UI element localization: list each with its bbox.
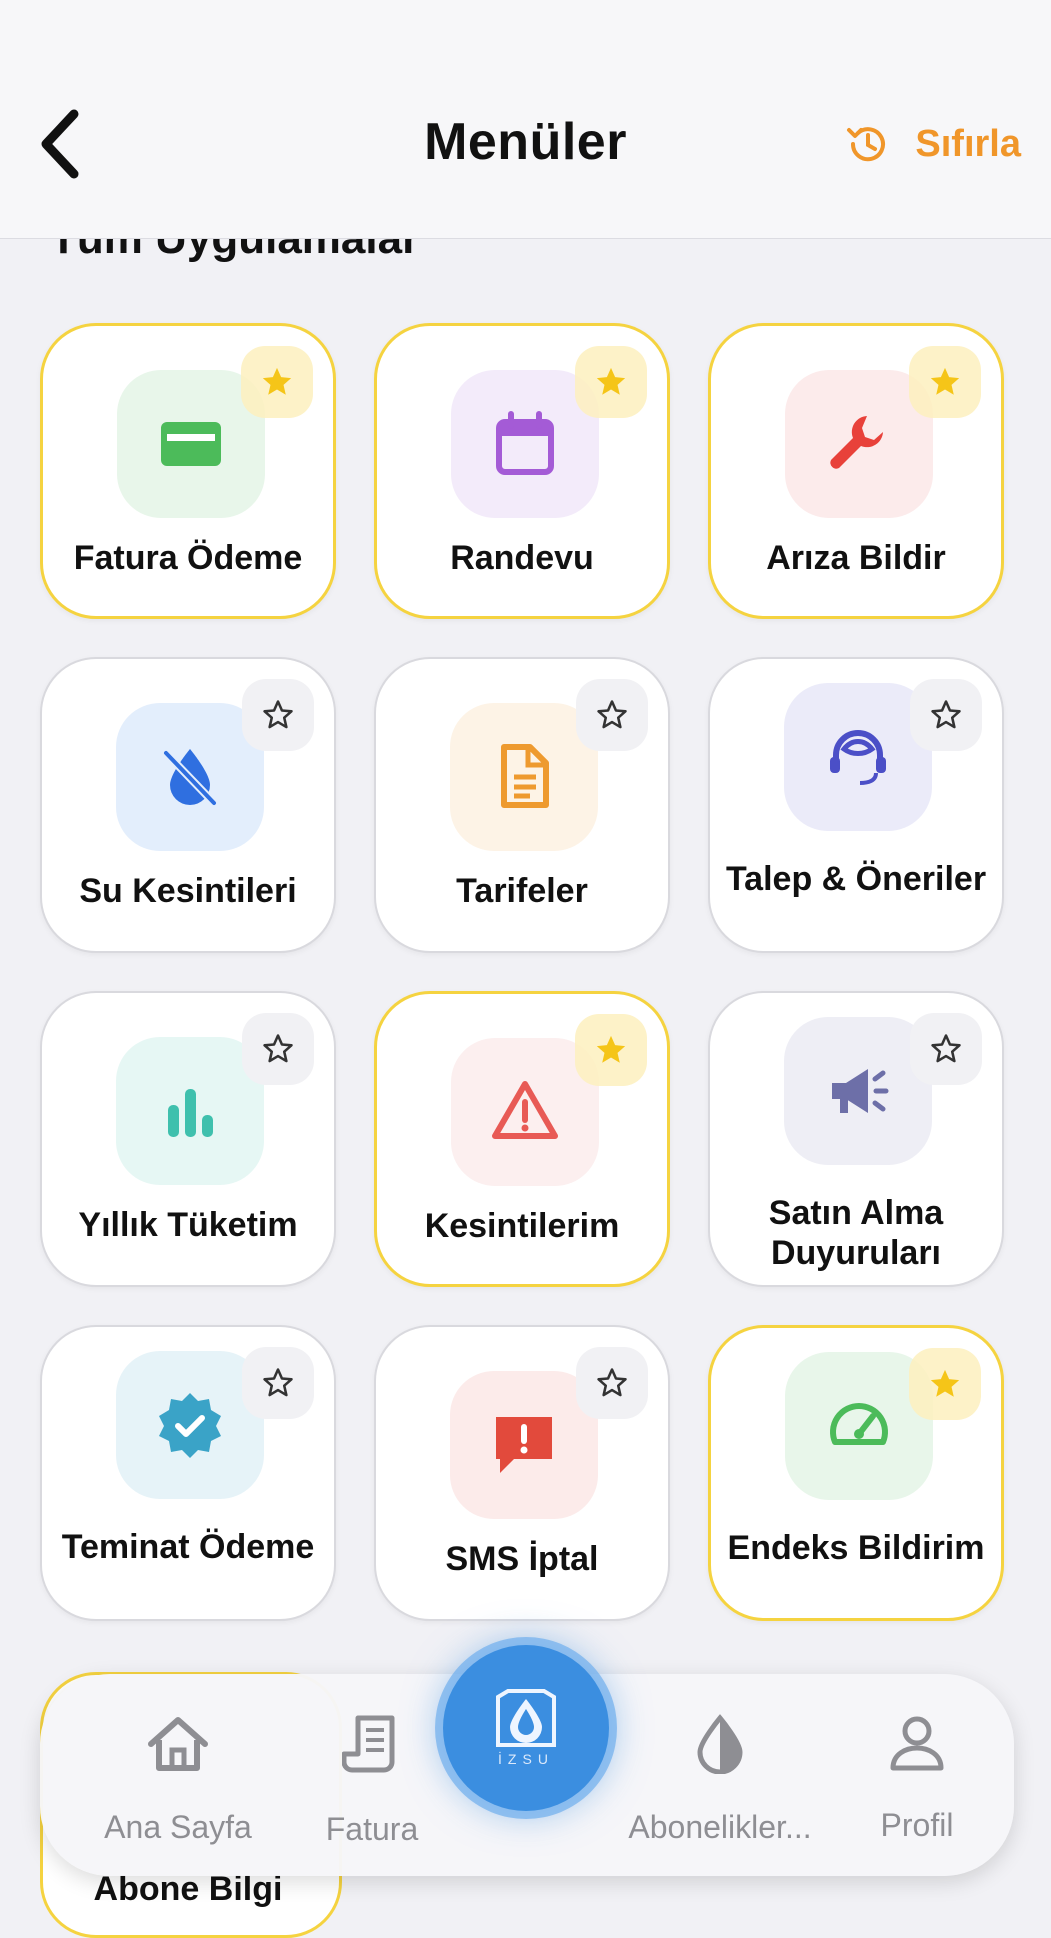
message-alert-icon: [496, 1417, 552, 1473]
menu-card-label: Teminat Ödeme: [61, 1528, 315, 1566]
gauge-icon: [830, 1403, 888, 1445]
favorite-toggle[interactable]: [242, 679, 314, 751]
favorite-toggle[interactable]: [241, 346, 313, 418]
menu-card-label: Endeks Bildirim: [727, 1529, 985, 1567]
document-icon: [501, 744, 549, 808]
menu-card[interactable]: Arıza Bildir: [708, 323, 1004, 619]
menu-card-label: SMS İptal: [445, 1540, 599, 1578]
top-bar: Menüler Sıfırla: [0, 0, 1051, 239]
menu-card-label: Arıza Bildir: [766, 539, 946, 577]
menu-card-label: Randevu: [450, 539, 594, 577]
nav-label-invoice: Fatura: [325, 1811, 419, 1847]
reset-button[interactable]: Sıfırla: [845, 122, 1021, 166]
home-icon: [148, 1717, 208, 1771]
star-outline-icon: [597, 700, 627, 729]
menu-card[interactable]: Endeks Bildirim: [708, 1325, 1004, 1621]
favorite-toggle[interactable]: [242, 1347, 314, 1419]
star-outline-icon: [263, 1368, 293, 1397]
menu-card[interactable]: Kesintilerim: [374, 991, 670, 1287]
menu-card-label: Su Kesintileri: [79, 872, 297, 910]
star-outline-icon: [597, 1368, 627, 1397]
nav-item-home[interactable]: Ana Sayfa: [78, 1714, 278, 1846]
favorite-toggle[interactable]: [576, 1347, 648, 1419]
menu-card-label: Tarifeler: [456, 872, 588, 910]
menu-card[interactable]: Yıllık Tüketim: [40, 991, 336, 1287]
nav-label-home: Ana Sayfa: [104, 1809, 252, 1845]
verified-badge-icon: [159, 1393, 221, 1458]
menu-card-label: Yıllık Tüketim: [78, 1206, 298, 1244]
receipt-icon: [341, 1715, 395, 1773]
user-icon: [890, 1716, 944, 1771]
favorite-toggle[interactable]: [910, 1013, 982, 1085]
menu-card[interactable]: Su Kesintileri: [40, 657, 336, 953]
favorite-toggle[interactable]: [575, 1014, 647, 1086]
nav-item-subscriptions[interactable]: Abonelikler...: [620, 1714, 820, 1846]
star-outline-icon: [263, 700, 293, 729]
favorite-toggle[interactable]: [909, 346, 981, 418]
menu-card[interactable]: Randevu: [374, 323, 670, 619]
nav-label-profile: Profil: [880, 1807, 954, 1843]
star-filled-icon: [596, 367, 626, 395]
menu-card-label: Kesintilerim: [424, 1207, 620, 1245]
menu-card[interactable]: Fatura Ödeme: [40, 323, 336, 619]
favorite-toggle[interactable]: [909, 1348, 981, 1420]
center-logo-text: İZSU: [498, 1751, 554, 1767]
star-outline-icon: [931, 1034, 961, 1063]
star-outline-icon: [263, 1034, 293, 1063]
megaphone-icon: [832, 1069, 889, 1113]
menu-card-label: Satın Alma Duyuruları: [768, 1194, 944, 1272]
star-filled-icon: [262, 367, 292, 395]
menu-card[interactable]: Talep & Öneriler: [708, 657, 1004, 953]
star-filled-icon: [930, 367, 960, 395]
izsu-logo-icon: [496, 1689, 556, 1747]
favorite-toggle[interactable]: [576, 679, 648, 751]
credit-card-icon: [161, 422, 221, 466]
menu-card-label: Talep & Öneriler: [725, 860, 987, 898]
center-home-button[interactable]: İZSU: [443, 1645, 609, 1811]
star-outline-icon: [931, 700, 961, 729]
headset-icon: [830, 730, 886, 785]
favorite-toggle[interactable]: [910, 679, 982, 751]
reset-label: Sıfırla: [915, 122, 1021, 165]
menu-card-label: Fatura Ödeme: [73, 539, 303, 577]
nav-item-invoice[interactable]: Fatura: [272, 1714, 472, 1848]
nav-item-profile[interactable]: Profil: [817, 1714, 1017, 1844]
wrench-icon: [830, 416, 883, 469]
water-off-icon: [163, 749, 217, 806]
bar-chart-icon: [168, 1089, 213, 1137]
star-filled-icon: [596, 1035, 626, 1063]
history-icon: [847, 127, 886, 162]
menu-card[interactable]: Teminat Ödeme: [40, 1325, 336, 1621]
favorite-toggle[interactable]: [242, 1013, 314, 1085]
warning-icon: [492, 1081, 558, 1139]
water-drop-icon: [697, 1714, 743, 1775]
menu-card[interactable]: Satın Alma Duyuruları: [708, 991, 1004, 1287]
calendar-icon: [496, 411, 554, 475]
star-filled-icon: [930, 1369, 960, 1397]
nav-label-subscriptions: Abonelikler...: [628, 1809, 812, 1845]
menu-card[interactable]: SMS İptal: [374, 1325, 670, 1621]
menu-card[interactable]: Tarifeler: [374, 657, 670, 953]
favorite-toggle[interactable]: [575, 346, 647, 418]
